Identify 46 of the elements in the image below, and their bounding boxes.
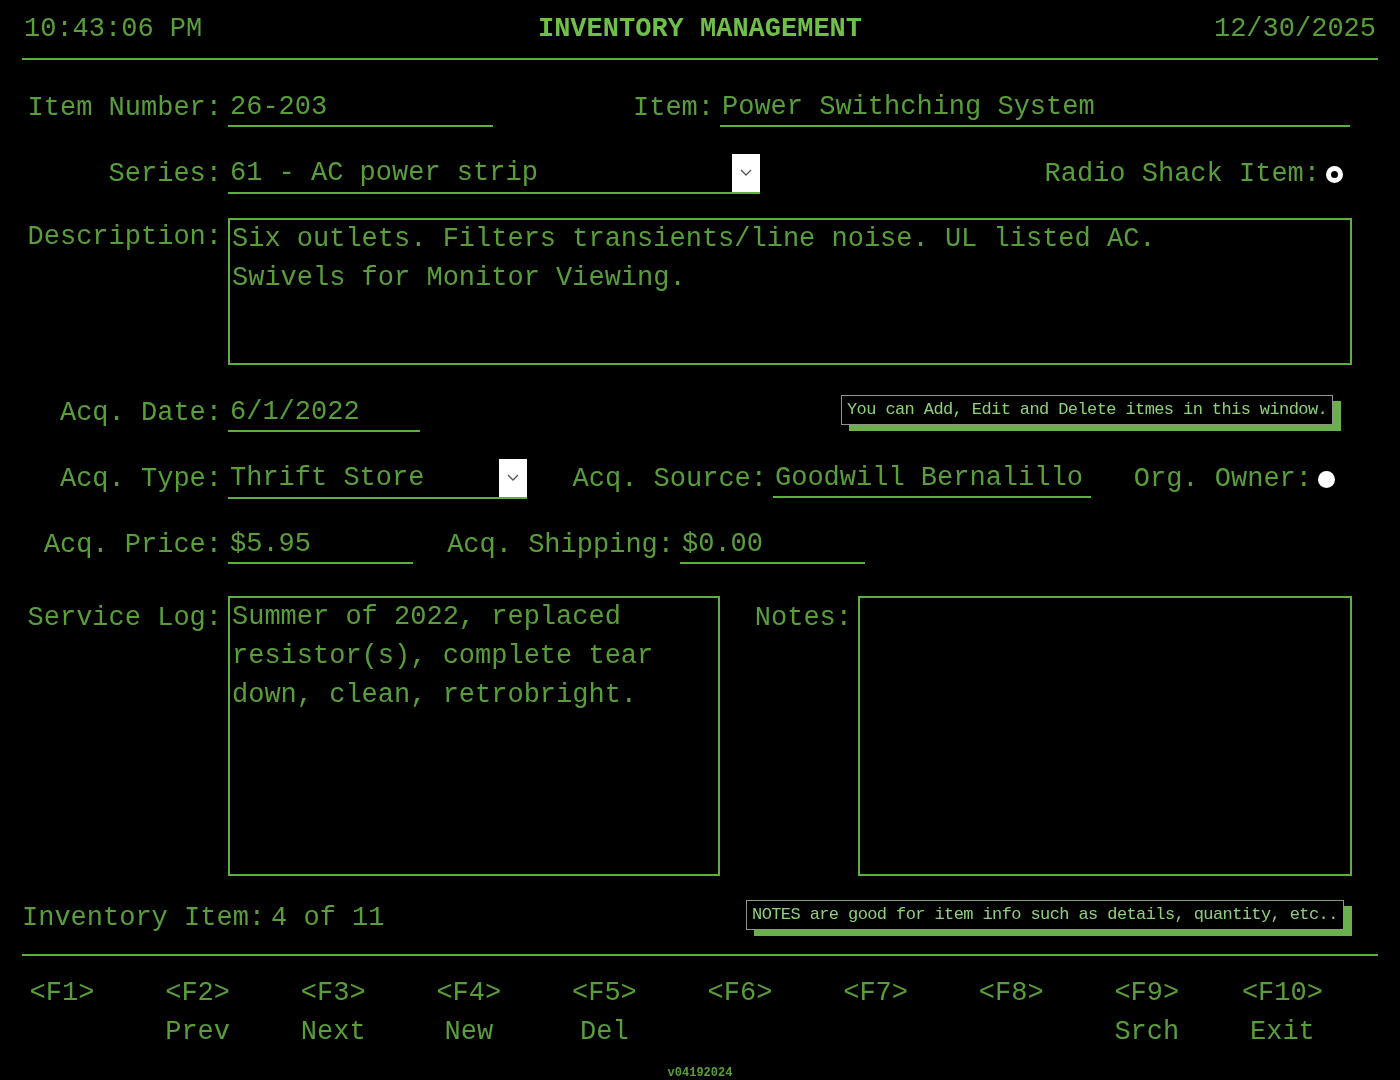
- function-key[interactable]: <F5> Del: [564, 974, 645, 1052]
- dropdown-field[interactable]: Thrift Store: [228, 459, 527, 499]
- input-field[interactable]: 6/1/2022: [228, 394, 420, 432]
- function-key[interactable]: <F2> Prev: [157, 974, 238, 1052]
- text-area[interactable]: Six outlets. Filters transients/line noise. UL listed AC. Swivels for Monitor Viewing.: [228, 218, 1352, 365]
- function-key[interactable]: <F8>: [971, 974, 1052, 1052]
- function-key[interactable]: <F10> Exit: [1242, 974, 1323, 1052]
- chevron-down-icon: [507, 474, 519, 482]
- input-field[interactable]: $0.00: [680, 526, 865, 564]
- input-field[interactable]: $5.95: [228, 526, 413, 564]
- function-key[interactable]: <F4> New: [428, 974, 509, 1052]
- field-label: Item Number:: [26, 91, 223, 125]
- function-key[interactable]: <F9> Srch: [1106, 974, 1187, 1052]
- field-label: Acq. Date:: [58, 396, 223, 430]
- tooltip: You can Add, Edit and Delete itmes in this window.: [841, 395, 1342, 431]
- radio-button[interactable]: [1318, 470, 1335, 488]
- window-title: INVENTORY MANAGEMENT: [537, 12, 863, 46]
- field-label: Radio Shack Item:: [1043, 157, 1321, 191]
- function-key[interactable]: <F1>: [22, 974, 102, 1052]
- field-label: Service Log:: [26, 602, 223, 635]
- field-label: Description:: [26, 221, 223, 254]
- input-field[interactable]: Goodwill Bernalillo: [773, 460, 1091, 498]
- tooltip: NOTES are good for item info such as details, quantity, etc..: [746, 900, 1352, 936]
- radio-button[interactable]: [1326, 165, 1343, 183]
- field-label: Org. Owner:: [1132, 462, 1313, 496]
- function-key[interactable]: <F3> Next: [293, 974, 374, 1052]
- field-label: Acq. Source:: [571, 462, 768, 496]
- text-area[interactable]: Summer of 2022, replaced resistor(s), complete tear down, clean, retrobright.: [228, 596, 720, 876]
- field-label: Notes:: [753, 602, 853, 635]
- field-label: Inventory Item:: [22, 901, 267, 935]
- field-label: Acq. Shipping:: [446, 528, 675, 562]
- input-field[interactable]: Power Swithching System: [720, 89, 1350, 127]
- date-text: 12/30/2025: [1212, 12, 1376, 46]
- field-label: Acq. Type:: [58, 462, 223, 496]
- field-label: Item:: [632, 91, 715, 125]
- text-area[interactable]: [858, 596, 1352, 876]
- record-count: 4 of 11: [271, 901, 386, 935]
- function-key[interactable]: <F7>: [835, 974, 916, 1052]
- chevron-down-icon: [740, 169, 752, 177]
- dropdown-field[interactable]: 61 - AC power strip: [228, 154, 760, 194]
- clock-time: 10:43:06 PM: [24, 12, 204, 46]
- function-key[interactable]: <F6>: [700, 974, 780, 1052]
- field-label: Acq. Price:: [42, 528, 223, 562]
- field-label: Series:: [107, 157, 223, 191]
- version-text: v04192024: [667, 1065, 733, 1080]
- input-field[interactable]: 26-203: [228, 89, 493, 127]
